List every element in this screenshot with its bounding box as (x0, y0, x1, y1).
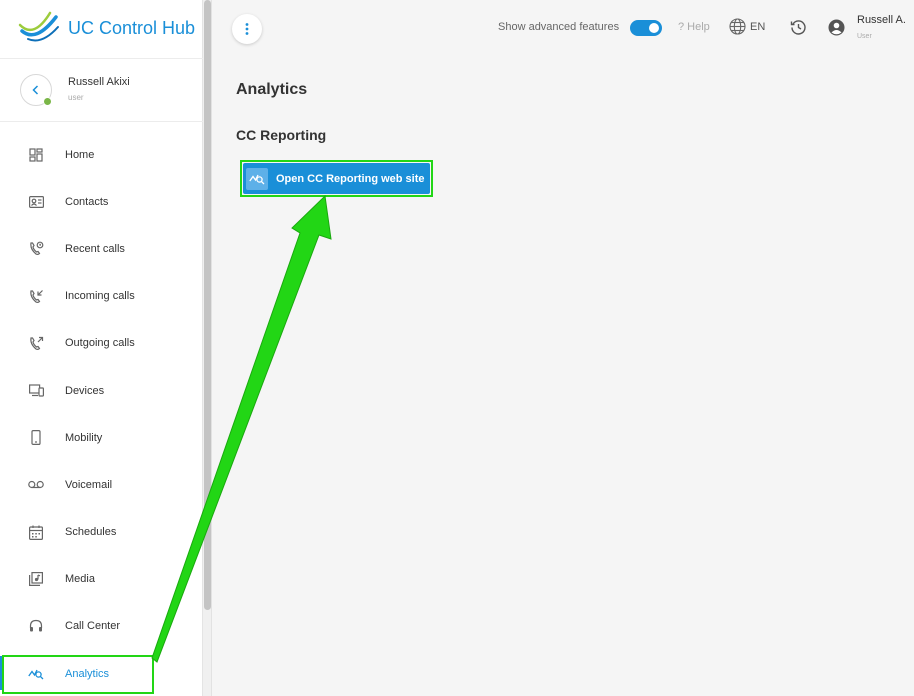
language-label: EN (750, 20, 766, 33)
user-block: Russell Akixi user (0, 58, 203, 122)
account-icon[interactable] (828, 19, 845, 41)
open-cc-reporting-button[interactable]: Open CC Reporting web site (243, 163, 430, 194)
sidebar-item-label: Incoming calls (65, 290, 135, 303)
sidebar-item-label: Media (65, 573, 95, 586)
sidebar-item-label: Outgoing calls (65, 337, 135, 350)
voicemail-icon (27, 476, 45, 494)
sidebar-item-outgoing-calls[interactable]: Outgoing calls (0, 320, 203, 367)
contact-card-icon (27, 193, 45, 211)
brand[interactable]: UC Control Hub (18, 8, 195, 48)
sidebar-item-label: Home (65, 148, 95, 161)
globe-icon (729, 18, 746, 35)
sidebar-item-label: Schedules (65, 526, 117, 539)
sidebar-scrollbar[interactable] (203, 0, 212, 696)
sidebar-item-label: Voicemail (65, 478, 113, 491)
phone-incoming-icon (27, 287, 45, 305)
user-name: Russell Akixi (68, 76, 130, 88)
sidebar-item-recent-calls[interactable]: Recent calls (0, 225, 203, 272)
page-title: Analytics (236, 81, 308, 98)
advanced-features-toggle[interactable] (630, 20, 662, 36)
history-icon[interactable] (790, 19, 807, 41)
help-link[interactable]: ? Help (678, 21, 710, 33)
chevron-left-icon (32, 85, 39, 95)
more-vertical-icon (245, 23, 249, 35)
headset-icon (27, 617, 45, 635)
annotation-highlight-analytics (2, 655, 154, 694)
user-role: user (68, 93, 84, 102)
sidebar-item-schedules[interactable]: Schedules (0, 509, 203, 556)
sidebar-item-label: Call Center (65, 620, 121, 633)
sidebar: UC Control Hub Russell Akixi user Home C… (0, 0, 203, 696)
more-options-button[interactable] (232, 14, 262, 44)
sidebar-item-contacts[interactable]: Contacts (0, 178, 203, 225)
sidebar-item-label: Mobility (65, 431, 103, 444)
back-button[interactable] (20, 74, 52, 106)
calendar-icon (27, 523, 45, 541)
scrollbar-thumb[interactable] (204, 0, 211, 610)
open-cc-reporting-label: Open CC Reporting web site (276, 172, 425, 185)
sidebar-item-home[interactable]: Home (0, 131, 203, 178)
account-role: User (857, 33, 872, 40)
sidebar-item-media[interactable]: Media (0, 556, 203, 603)
advanced-features-label: Show advanced features (498, 21, 620, 33)
media-icon (27, 570, 45, 588)
brand-name: UC Control Hub (68, 17, 196, 38)
logo-icon (18, 11, 59, 42)
dashboard-icon (27, 146, 45, 164)
phone-clock-icon (27, 240, 45, 258)
sidebar-item-label: Contacts (65, 195, 109, 208)
sidebar-item-mobility[interactable]: Mobility (0, 414, 203, 461)
sidebar-item-voicemail[interactable]: Voicemail (0, 461, 203, 508)
sidebar-item-label: Recent calls (65, 242, 125, 255)
phone-outgoing-icon (27, 334, 45, 352)
section-title: CC Reporting (236, 127, 327, 143)
sidebar-item-incoming-calls[interactable]: Incoming calls (0, 273, 203, 320)
account-name[interactable]: Russell A. (857, 14, 906, 26)
devices-icon (27, 382, 45, 400)
toggle-knob (649, 23, 659, 33)
status-dot (43, 97, 52, 106)
language-selector[interactable]: EN (729, 18, 765, 35)
sidebar-item-call-center[interactable]: Call Center (0, 603, 203, 650)
sidebar-item-devices[interactable]: Devices (0, 367, 203, 414)
sidebar-nav: Home Contacts Recent calls Incoming call… (0, 131, 203, 696)
sidebar-item-label: Devices (65, 384, 105, 397)
mobile-icon (27, 429, 45, 447)
analytics-icon (246, 167, 268, 190)
